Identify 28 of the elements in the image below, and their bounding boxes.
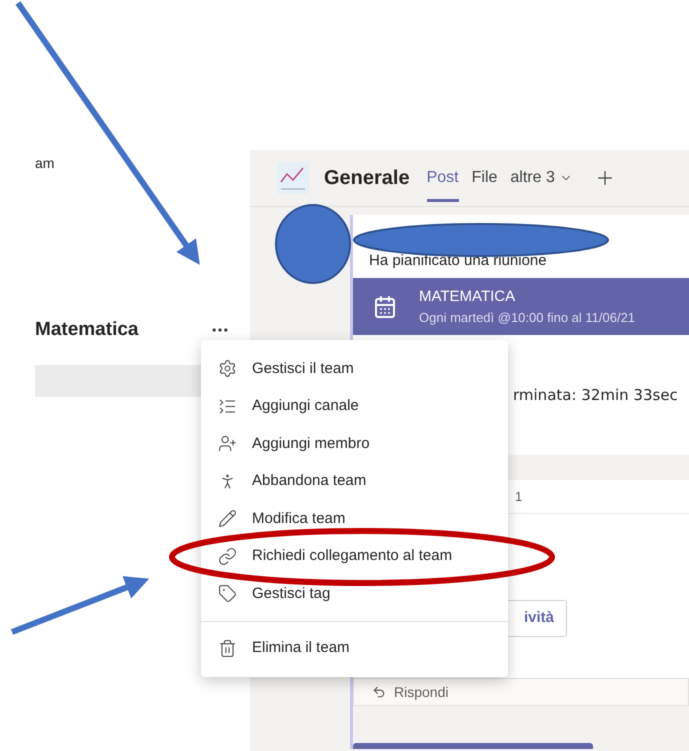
calendar-icon <box>373 294 397 318</box>
reply-arrow-icon <box>372 685 386 699</box>
post-date: 1 <box>515 488 522 506</box>
trash-icon <box>218 638 237 658</box>
list-icon <box>218 396 237 416</box>
link-icon <box>218 546 237 566</box>
menu-item[interactable]: Abbandona team <box>201 462 508 500</box>
channel-tab[interactable]: Post <box>426 150 459 206</box>
sidebar-heading: am <box>35 154 56 173</box>
menu-item[interactable]: Aggiungi membro <box>201 425 508 462</box>
channel-tab[interactable]: altre 3 <box>510 150 573 206</box>
team-name: Matematica <box>35 318 138 342</box>
pencil-icon <box>218 509 237 528</box>
channel-tab[interactable]: File <box>472 150 498 206</box>
reply-button[interactable]: Rispondi <box>353 678 689 706</box>
post-text: Ha pianificato una riunione <box>369 250 547 270</box>
settings-icon <box>218 359 237 378</box>
menu-item[interactable]: Modifica team <box>201 500 508 538</box>
meeting-schedule: Ogni martedì @10:00 fino al 11/06/21 <box>419 309 636 327</box>
tag-icon <box>218 584 237 604</box>
add-person-icon <box>218 434 237 454</box>
menu-item[interactable]: Gestisci il team <box>201 350 508 388</box>
meeting-banner[interactable]: MATEMATICA Ogni martedì @10:00 fino al 11/06/21 <box>353 278 689 335</box>
channel-title: Generale <box>324 166 410 191</box>
menu-item[interactable]: Aggiungi canale <box>201 388 508 425</box>
meeting-ended-text: rminata: 32min 33sec <box>513 384 678 406</box>
menu-item[interactable]: Richiedi collegamento al team <box>201 538 508 575</box>
meeting-title: MATEMATICA <box>419 286 516 306</box>
